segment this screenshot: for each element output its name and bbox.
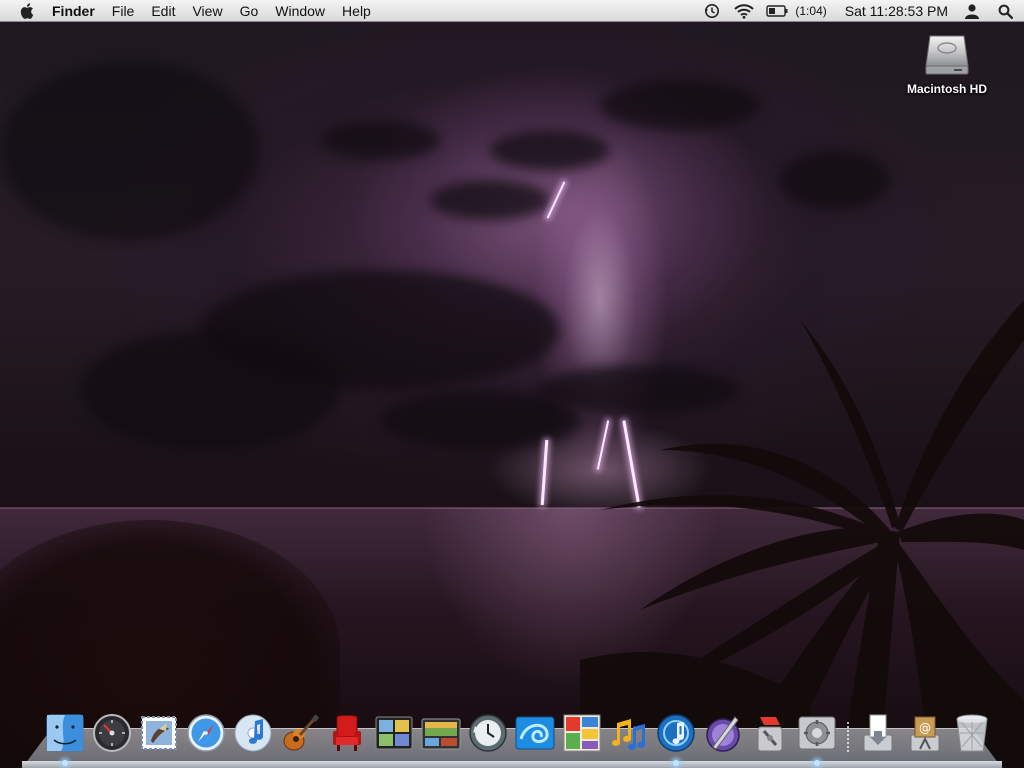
running-indicator [814, 760, 820, 766]
dock: @ [44, 708, 998, 766]
dock-item-iphoto[interactable] [420, 712, 462, 754]
menu-extras: (1:04) Sat 11:28:53 PM [703, 0, 1024, 22]
dock-stack-documents[interactable]: @ [904, 712, 946, 754]
dock-item-developer-tools[interactable] [749, 712, 791, 754]
wallpaper-cloud [780, 150, 890, 210]
mail-icon [141, 716, 177, 750]
time-machine-app-icon [469, 714, 507, 752]
collage-icon [563, 714, 601, 752]
dock-item-system-preferences[interactable] [796, 712, 838, 766]
menu-file[interactable]: File [112, 0, 135, 22]
finder-icon [46, 714, 84, 752]
wallpaper-lightning [540, 439, 549, 506]
desktop-icon-macintosh-hd[interactable]: Macintosh HD [900, 30, 994, 96]
wallpaper-cloud [380, 390, 580, 450]
wallpaper-cloud [430, 180, 550, 220]
documents-stack-icon: @ [910, 716, 940, 752]
wallpaper-cloud [320, 120, 440, 160]
menu-window[interactable]: Window [275, 0, 325, 22]
dock-item-music-notes[interactable] [608, 712, 650, 754]
desktop-icon-label: Macintosh HD [906, 82, 987, 96]
apple-logo-icon[interactable] [18, 1, 38, 21]
dock-item-dashboard[interactable] [91, 712, 133, 754]
dock-item-script-editor[interactable] [702, 712, 744, 754]
wallpaper-palm-silhouette [580, 300, 1024, 768]
blue-swirl-icon [515, 716, 555, 750]
battery-icon[interactable] [765, 0, 789, 22]
menu-help[interactable]: Help [342, 0, 371, 22]
menu-view[interactable]: View [192, 0, 222, 22]
menu-finder[interactable]: Finder [52, 0, 95, 22]
wifi-icon[interactable] [733, 0, 755, 22]
dock-item-time-machine[interactable] [467, 712, 509, 754]
running-indicator [673, 760, 679, 766]
running-indicator [62, 760, 68, 766]
safari-icon [187, 714, 225, 752]
hard-drive-icon [924, 30, 970, 78]
wallpaper-cloud [80, 330, 340, 450]
audio-icon [657, 714, 695, 752]
dock-separator[interactable] [847, 722, 849, 754]
front-row-icon [333, 715, 361, 751]
dock-item-audio[interactable] [655, 712, 697, 766]
iphoto-icon [421, 718, 461, 750]
menu-clock[interactable]: Sat 11:28:53 PM [845, 3, 948, 19]
dock-item-screen-saver[interactable] [514, 712, 556, 754]
wallpaper-cloud [600, 80, 760, 130]
dock-item-itunes[interactable] [232, 712, 274, 754]
svg-text:@: @ [919, 721, 931, 735]
wallpaper-cloud [0, 60, 260, 240]
trash-icon [956, 714, 988, 752]
developer-tools-icon [757, 717, 783, 752]
menu-bar: Finder File Edit View Go Window Help (1:… [0, 0, 1024, 22]
menu-go[interactable]: Go [240, 0, 259, 22]
itunes-icon [234, 714, 272, 752]
battery-time-remaining[interactable]: (1:04) [795, 4, 826, 18]
dock-item-safari[interactable] [185, 712, 227, 754]
desktop[interactable]: Finder File Edit View Go Window Help (1:… [0, 0, 1024, 768]
dock-stack-downloads[interactable] [857, 712, 899, 754]
dock-item-garageband[interactable] [279, 712, 321, 754]
dock-item-photo-booth[interactable] [373, 712, 415, 754]
script-editor-icon [706, 716, 740, 752]
dock-trash[interactable] [951, 712, 993, 754]
dock-item-front-row[interactable] [326, 712, 368, 754]
time-machine-icon[interactable] [703, 0, 721, 22]
downloads-stack-icon [863, 714, 893, 752]
menu-edit[interactable]: Edit [151, 0, 175, 22]
dock-item-mail[interactable] [138, 712, 180, 754]
dock-item-iweb[interactable] [561, 712, 603, 754]
dock-shelf-edge [22, 761, 1002, 768]
user-icon[interactable] [962, 0, 982, 22]
spotlight-search-icon[interactable] [996, 0, 1014, 22]
music-notes-icon [612, 719, 645, 750]
dashboard-icon [93, 714, 131, 752]
garageband-icon [283, 714, 320, 751]
wallpaper-cloud [490, 130, 610, 170]
photo-booth-icon [375, 716, 413, 750]
system-preferences-icon [798, 716, 836, 750]
dock-item-finder[interactable] [44, 712, 86, 766]
